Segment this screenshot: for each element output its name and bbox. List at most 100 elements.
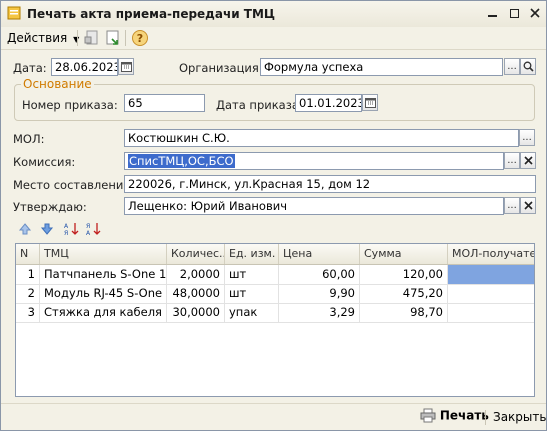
move-down-icon[interactable] (40, 222, 54, 236)
footer-divider (485, 410, 486, 425)
cell-number: 3 (16, 303, 40, 322)
commission-select-button[interactable]: ... (504, 152, 520, 169)
title-bar: Печать акта приема-передачи ТМЦ (1, 1, 546, 28)
clear-icon (523, 201, 533, 210)
minimize-icon (487, 15, 497, 17)
date-calendar-button[interactable] (118, 58, 134, 75)
cell-price: 9,90 (279, 284, 360, 303)
column-header[interactable]: МОЛ-получате... (448, 244, 534, 264)
order-number-label: Номер приказа: (22, 98, 118, 112)
approve-field[interactable]: Лещенко: Юрий Иванович (124, 197, 504, 215)
minimize-button[interactable] (483, 4, 501, 22)
move-up-icon[interactable] (18, 222, 32, 236)
window-title: Печать акта приема-передачи ТМЦ (27, 7, 276, 21)
cell-mol-recipient[interactable] (448, 265, 534, 284)
print-label: Печать (439, 408, 489, 423)
cell-unit: упак (225, 303, 279, 322)
org-label: Организация: (179, 61, 263, 75)
cell-item: Стяжка для кабеля н... (40, 303, 167, 322)
cell-unit: шт (225, 265, 279, 284)
close-icon (530, 8, 540, 18)
table-row[interactable]: 3 Стяжка для кабеля н... 30,0000 упак 3,… (16, 303, 534, 323)
dialog-window: Печать акта приема-передачи ТМЦ Действия… (0, 0, 547, 431)
close-label: Закрыть (493, 410, 547, 424)
cell-number: 2 (16, 284, 40, 303)
cell-item: Патчпанель S-One 1U... (40, 265, 167, 284)
calendar-icon (120, 62, 132, 72)
mol-select-button[interactable]: ... (519, 129, 535, 146)
ellipsis-icon: ... (507, 200, 517, 211)
mol-field[interactable]: Костюшкин С.Ю. (124, 129, 519, 147)
ellipsis-icon: ... (522, 132, 532, 143)
commission-clear-button[interactable] (520, 152, 536, 169)
calendar-icon (364, 98, 376, 108)
sort-descending-icon[interactable]: ЯA (86, 222, 102, 236)
toolbar-divider (77, 30, 78, 46)
cell-quantity: 48,0000 (167, 284, 225, 303)
actions-menu-button[interactable]: Действия ▼ (7, 31, 79, 45)
table-header: N ТМЦ Количес... Ед. изм. Цена Сумма МОЛ… (16, 244, 534, 265)
footer-bar: Печать Закрыть (1, 403, 546, 431)
cell-sum: 120,00 (360, 265, 448, 284)
commission-label: Комиссия: (13, 155, 76, 169)
date-field[interactable]: 28.06.2023 (51, 58, 118, 76)
sort-ascending-icon[interactable]: AЯ (64, 222, 80, 236)
cell-item: Модуль RJ-45 S-One K... (40, 284, 167, 303)
cell-sum: 475,20 (360, 284, 448, 303)
column-header[interactable]: Количес... (167, 244, 225, 264)
clear-icon (523, 156, 533, 165)
place-label: Место составления: (13, 178, 135, 192)
svg-text:A: A (86, 230, 91, 236)
order-date-calendar-button[interactable] (362, 94, 378, 111)
print-button[interactable]: Печать (420, 408, 489, 423)
order-number-field[interactable]: 65 (124, 94, 205, 112)
maximize-button[interactable] (505, 4, 523, 22)
column-header[interactable]: N (16, 244, 40, 264)
cell-number: 1 (16, 265, 40, 284)
approve-label: Утверждаю: (13, 200, 87, 214)
column-header[interactable]: Ед. изм. (225, 244, 279, 264)
approve-select-button[interactable]: ... (504, 197, 520, 214)
toolbar-divider (125, 30, 126, 46)
cell-unit: шт (225, 284, 279, 303)
close-dialog-button[interactable]: Закрыть (493, 410, 546, 424)
table-row[interactable]: 2 Модуль RJ-45 S-One K... 48,0000 шт 9,9… (16, 284, 534, 304)
cell-mol-recipient[interactable] (448, 284, 534, 303)
commission-value: СписТМЦ,ОС,БСО (128, 154, 235, 168)
column-header[interactable]: ТМЦ (40, 244, 167, 264)
app-icon (7, 6, 21, 20)
cell-sum: 98,70 (360, 303, 448, 322)
commission-field[interactable]: СписТМЦ,ОС,БСО (124, 152, 504, 170)
help-icon: ? (132, 30, 148, 46)
org-field[interactable]: Формула успеха (260, 58, 503, 76)
org-search-button[interactable] (520, 58, 536, 75)
printer-icon (420, 408, 436, 423)
order-date-label: Дата приказа: (216, 98, 303, 112)
approve-clear-button[interactable] (520, 197, 536, 214)
svg-text:A: A (64, 223, 69, 230)
toolbar: Действия ▼ ? (1, 27, 546, 50)
date-label: Дата: (13, 61, 47, 75)
basis-group-title: Основание (21, 77, 94, 91)
table-row[interactable]: 1 Патчпанель S-One 1U... 2,0000 шт 60,00… (16, 265, 534, 285)
help-button[interactable]: ? (132, 30, 150, 48)
place-field[interactable]: 220026, г.Минск, ул.Красная 15, дом 12 (124, 175, 536, 193)
column-header[interactable]: Цена (279, 244, 360, 264)
cell-mol-recipient[interactable] (448, 303, 534, 322)
maximize-icon (509, 8, 519, 18)
items-table[interactable]: N ТМЦ Количес... Ед. изм. Цена Сумма МОЛ… (15, 243, 535, 397)
close-button[interactable] (526, 4, 544, 22)
print-preview-icon[interactable] (83, 29, 101, 47)
cell-quantity: 30,0000 (167, 303, 225, 322)
mol-label: МОЛ: (13, 132, 45, 146)
org-select-button[interactable]: ... (504, 58, 520, 75)
actions-label: Действия (7, 31, 68, 45)
column-header[interactable]: Сумма (360, 244, 448, 264)
ellipsis-icon: ... (507, 155, 517, 166)
export-icon[interactable] (104, 29, 122, 47)
order-date-field[interactable]: 01.01.2023 (295, 94, 362, 112)
svg-text:Я: Я (86, 223, 90, 230)
cell-price: 3,29 (279, 303, 360, 322)
cell-price: 60,00 (279, 265, 360, 284)
cell-quantity: 2,0000 (167, 265, 225, 284)
